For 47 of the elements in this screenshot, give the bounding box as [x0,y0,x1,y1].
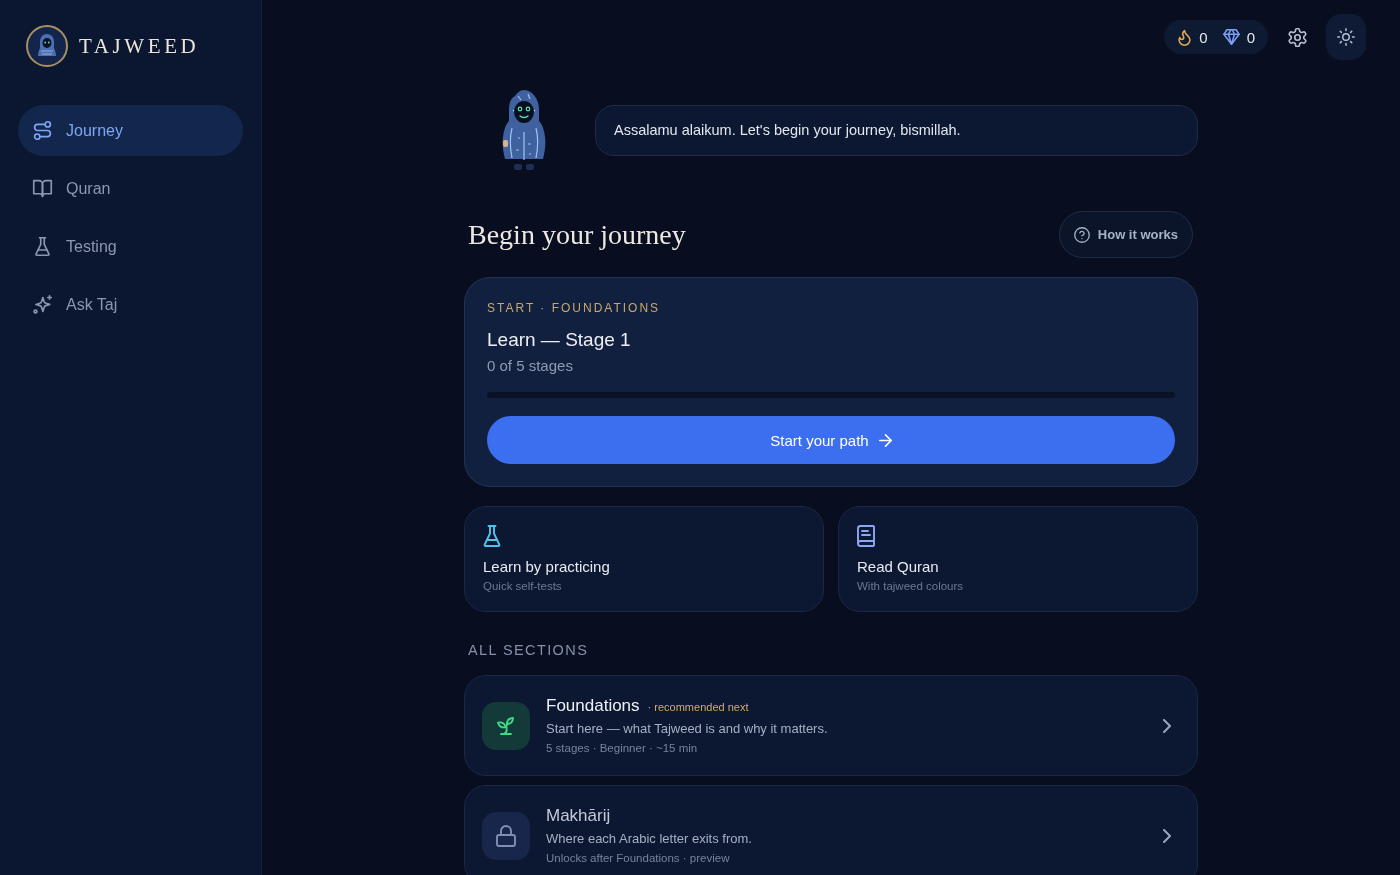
help-icon [1073,226,1090,243]
quick-action-card[interactable]: Learn by practicing Quick self-tests [464,506,824,612]
section-title: Makhārij [546,805,611,827]
greeting-message: Assalamu alaikum. Let's begin your journey, bismillah. [614,122,961,138]
chevron-right-icon [1163,828,1171,843]
stage-progress-text: 0 of 5 stages [487,356,574,376]
quick-action-card[interactable]: Read Quran With tajweed colours [838,506,1198,612]
card-title: Read Quran [857,557,939,577]
card-subtitle: Quick self-tests [483,579,562,594]
section-meta: Unlocks after Foundations · preview [546,851,730,866]
section-heading: ALL SECTIONS [467,641,590,659]
nav-item[interactable]: Quran [18,163,243,214]
chevron-right-icon [1163,718,1171,733]
flask-icon [483,525,501,547]
settings-icon [1288,27,1307,47]
sparkle-icon [32,294,53,315]
section-description: Start here — what Tajweed is and why it matters. [546,720,828,738]
card-title: Learn by practicing [483,557,610,577]
route-icon [32,120,53,141]
nav-item[interactable]: Testing [18,221,243,272]
start-path-button[interactable]: Start your path [487,416,1175,464]
section-title: Foundations [546,695,640,717]
theme-toggle-button[interactable] [1326,14,1366,60]
section-card[interactable]: Foundations · recommended next Start here — what Tajweed is and why it matters. 5 stages · Beginner · ~15 min [464,675,1198,776]
nav-item[interactable]: Journey [18,105,243,156]
page-title: Begin your journey [468,218,686,251]
gem-icon [1222,29,1240,45]
gem-count: 0 [1246,28,1255,46]
section-meta: 5 stages · Beginner · ~15 min [546,741,698,756]
brand-name: TAJWEED [79,33,200,59]
stage-title: Learn — Stage 1 [487,328,632,352]
sun-icon [1337,28,1355,46]
streak-count: 0 [1199,28,1208,46]
logo-icon [26,25,68,67]
open-book-icon [32,178,53,199]
recommended-label: · recommended next [647,701,749,713]
path-eyebrow: START · FOUNDATIONS [487,301,662,315]
section-card[interactable]: Makhārij Where each Arabic letter exits from. Unlocks after Foundations · preview [464,785,1198,875]
how-it-works-button[interactable]: How it works [1058,211,1193,258]
flask-icon [32,236,53,257]
book-icon [857,525,875,547]
card-subtitle: With tajweed colours [857,579,964,594]
settings-button[interactable] [1288,27,1307,47]
arrow-right-icon [878,433,892,447]
flame-icon [1177,28,1193,46]
nav-item[interactable]: Ask Taj [18,279,243,330]
section-description: Where each Arabic letter exits from. [546,830,752,848]
